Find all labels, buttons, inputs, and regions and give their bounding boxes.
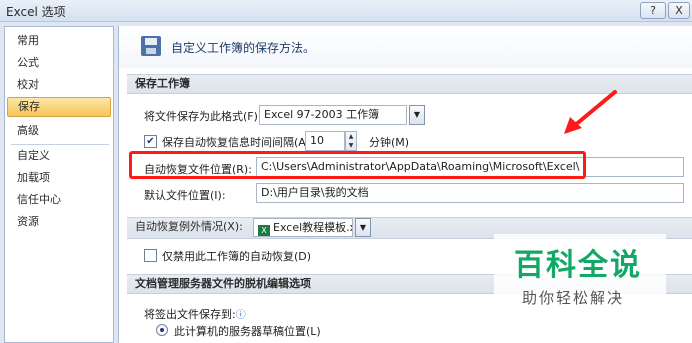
- disable-autorecover-label: 仅禁用此工作簿的自动恢复(D): [162, 250, 312, 263]
- default-location-label: 默认文件位置(I):: [144, 189, 226, 202]
- annotation-arrow-icon: [564, 90, 617, 134]
- nav-item-trust-center[interactable]: 信任中心: [7, 190, 111, 210]
- nav-item-addins[interactable]: 加载项: [7, 168, 111, 188]
- annotation-highlight-box: [129, 151, 586, 179]
- nav-item-resources[interactable]: 资源: [7, 212, 111, 232]
- spinner-down-icon[interactable]: ▼: [346, 141, 356, 150]
- minutes-unit: 分钟(M): [369, 136, 410, 149]
- nav-item-advanced[interactable]: 高级: [7, 121, 111, 141]
- watermark-title: 百科全说: [514, 248, 642, 283]
- format-dropdown[interactable]: Excel 97-2003 工作簿: [259, 105, 407, 125]
- exceptions-workbook-dropdown[interactable]: XExcel教程模板.x...: [253, 218, 353, 237]
- nav-divider: [11, 144, 109, 145]
- nav-item-common[interactable]: 常用: [7, 31, 111, 51]
- close-button[interactable]: X: [668, 2, 690, 19]
- checkout-label-text: 将签出文件保存到:: [144, 308, 236, 321]
- default-location-input[interactable]: D:\用户目录\我的文档: [256, 183, 684, 203]
- nav-item-customize[interactable]: 自定义: [7, 146, 111, 166]
- autosave-minutes-input[interactable]: 10: [305, 131, 345, 151]
- spinner-up-icon[interactable]: ▲: [346, 132, 356, 141]
- exceptions-workbook-value: Excel教程模板.x...: [273, 221, 352, 234]
- format-dropdown-button[interactable]: ▼: [409, 105, 425, 125]
- nav-item-proofing[interactable]: 校对: [7, 75, 111, 95]
- save-icon: [141, 36, 161, 56]
- header-text: 自定义工作簿的保存方法。: [171, 41, 316, 55]
- nav-item-formulas[interactable]: 公式: [7, 53, 111, 73]
- excel-file-icon: X: [258, 225, 270, 236]
- options-nav: 常用 公式 校对 保存 高级 自定义 加载项 信任中心 资源: [4, 26, 114, 343]
- help-button[interactable]: ?: [640, 2, 666, 19]
- info-icon: ⓘ: [235, 310, 246, 321]
- server-drafts-label: 此计算机的服务器草稿位置(L): [174, 325, 321, 338]
- autosave-minutes-spinner[interactable]: ▲ ▼: [345, 131, 357, 151]
- disable-autorecover-checkbox[interactable]: [144, 249, 157, 262]
- nav-item-save[interactable]: 保存: [7, 97, 111, 117]
- watermark-subtitle: 助你轻松解决: [522, 289, 625, 307]
- autosave-label: 保存自动恢复信息时间间隔(A): [162, 136, 311, 149]
- window-title: Excel 选项: [6, 5, 66, 19]
- title-bar: Excel 选项 ? X: [0, 0, 692, 22]
- checkout-label: 将签出文件保存到:ⓘ: [144, 306, 246, 322]
- server-drafts-radio[interactable]: [156, 324, 168, 336]
- content-header: 自定义工作簿的保存方法。: [119, 26, 692, 68]
- exceptions-label: 自动恢复例外情况(X):: [135, 220, 243, 233]
- watermark: 百科全说 助你轻松解决: [494, 234, 666, 314]
- exceptions-dropdown-button[interactable]: ▼: [355, 218, 371, 237]
- format-label: 将文件保存为此格式(F):: [144, 110, 262, 123]
- autosave-checkbox[interactable]: ✔: [144, 135, 157, 148]
